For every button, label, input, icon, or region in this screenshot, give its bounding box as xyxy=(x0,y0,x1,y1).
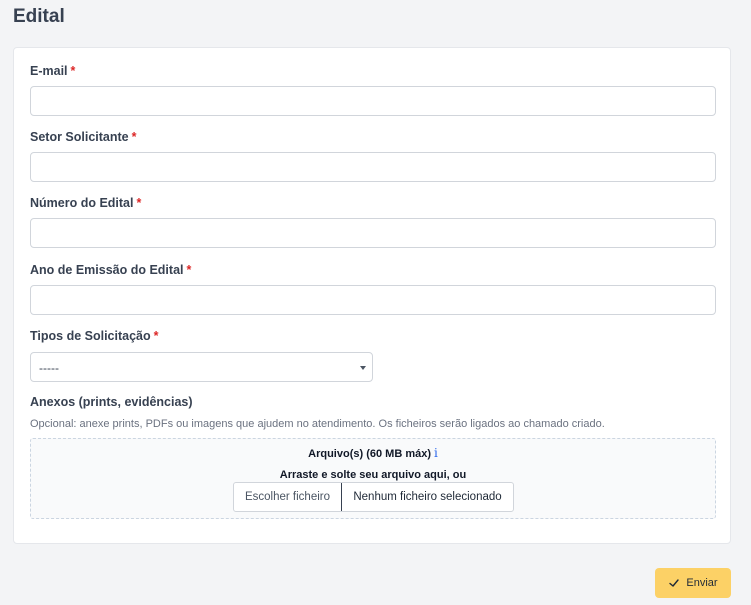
chevron-down-icon xyxy=(360,366,366,370)
dropzone-text: Arraste e solte seu arquivo aqui, ou xyxy=(279,469,467,481)
setor-label: Setor Solicitante * xyxy=(30,130,137,144)
setor-field[interactable] xyxy=(30,152,716,182)
submit-label: Enviar xyxy=(686,577,718,589)
tipos-label: Tipos de Solicitação * xyxy=(30,329,159,343)
check-icon xyxy=(669,579,680,587)
required-marker: * xyxy=(131,130,137,144)
email-field[interactable] xyxy=(30,86,716,116)
anexos-label: Anexos (prints, evidências) xyxy=(30,395,193,409)
choose-file-button[interactable]: Escolher ficheiro xyxy=(234,483,342,511)
required-marker: * xyxy=(136,196,142,210)
no-file-selected-label: Nenhum ficheiro selecionado xyxy=(353,491,502,503)
ano-label: Ano de Emissão do Edital * xyxy=(30,263,192,277)
file-dropzone[interactable]: Arquivo(s) (60 MB máx) i Arraste e solte … xyxy=(30,438,716,519)
required-marker: * xyxy=(153,329,159,343)
required-marker: * xyxy=(186,263,192,277)
info-icon[interactable]: i xyxy=(434,446,438,460)
anexos-hint: Opcional: anexe prints, PDFs ou imagens … xyxy=(30,418,605,430)
submit-button[interactable]: Enviar xyxy=(655,568,731,598)
file-input[interactable]: Escolher ficheiro Nenhum ficheiro seleci… xyxy=(233,482,514,512)
email-label: E-mail * xyxy=(30,64,76,78)
numero-label: Número do Edital * xyxy=(30,196,142,210)
dropzone-title: Arquivo(s) (60 MB máx) i xyxy=(308,446,438,460)
tipos-select[interactable]: ----- xyxy=(30,352,373,382)
tipos-selected-value: ----- xyxy=(39,361,59,375)
page-title: Edital xyxy=(13,6,65,27)
required-marker: * xyxy=(70,64,76,78)
ano-field[interactable] xyxy=(30,285,716,315)
numero-field[interactable] xyxy=(30,218,716,248)
form-card: E-mail * Setor Solicitante * Número do Edi… xyxy=(13,47,731,544)
